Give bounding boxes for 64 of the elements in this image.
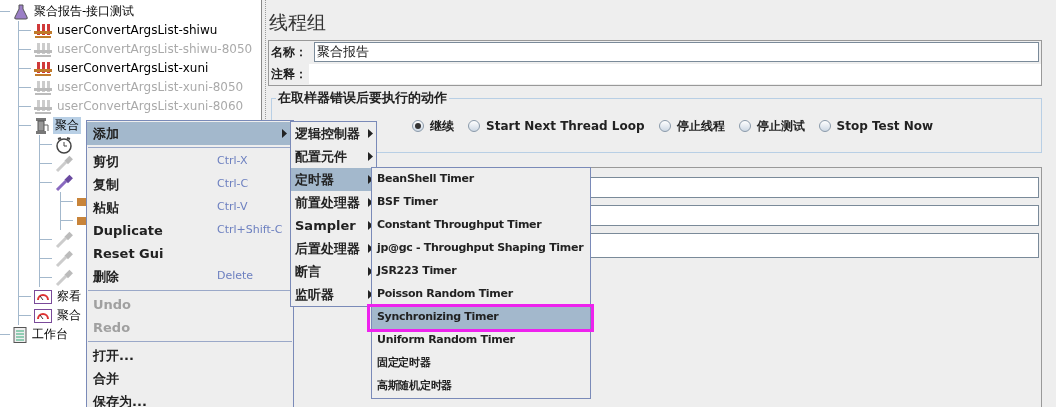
group-title: 在取样器错误后要执行的动作 <box>276 90 449 106</box>
menu-item[interactable]: 高斯随机定时器 <box>372 375 590 398</box>
submenu-arrow-icon <box>368 152 373 161</box>
menu-item[interactable]: Uniform Random Timer <box>372 329 590 352</box>
menu-item[interactable]: 复制 Ctrl-C <box>87 173 293 196</box>
submenu-arrow-icon <box>368 290 373 299</box>
submenu-arrow-icon <box>282 129 287 138</box>
tree-item[interactable]: 工作台 <box>30 326 70 343</box>
notepad-icon <box>13 325 27 344</box>
test-tubes-icon <box>34 79 52 96</box>
radio-option[interactable]: 继续 <box>412 116 454 135</box>
radio-option[interactable]: 停止测试 <box>738 116 805 135</box>
name-label: 名称： <box>270 44 308 61</box>
test-tubes-icon <box>34 41 52 58</box>
tree-item[interactable]: userConvertArgsList-shiwu <box>55 22 220 39</box>
tree-item[interactable]: 察看 <box>55 288 83 305</box>
menu-item[interactable]: 打开... <box>87 344 293 367</box>
menu-item[interactable]: 保存为... <box>87 390 293 407</box>
test-tubes-icon <box>34 60 52 77</box>
pipette-icon <box>55 268 73 287</box>
submenu-arrow-icon <box>368 244 373 253</box>
shortcut-text: Ctrl+Shift-C <box>217 222 284 239</box>
menu-item[interactable]: 剪切 Ctrl-X <box>87 150 293 173</box>
submenu-arrow-icon <box>368 198 373 207</box>
tree-item[interactable]: 聚合 <box>55 307 83 324</box>
shortcut-text: Ctrl-X <box>217 153 249 170</box>
menu-item[interactable]: 逻辑控制器 <box>291 122 376 145</box>
tree-item[interactable]: userConvertArgsList-xuni <box>55 60 211 77</box>
flask-icon <box>13 3 29 20</box>
menu-item[interactable]: 粘贴 Ctrl-V <box>87 196 293 219</box>
submenu-arrow-icon <box>368 221 373 230</box>
submenu-arrow-icon <box>368 175 373 184</box>
menu-item[interactable]: Synchronizing Timer <box>372 306 590 329</box>
comment-label: 注释： <box>270 66 308 83</box>
spool-icon <box>34 116 50 135</box>
radio-option[interactable]: 停止线程 <box>658 116 725 135</box>
tree-item[interactable]: 聚合报告-接口测试 <box>32 3 137 20</box>
stopwatch-icon <box>55 135 73 154</box>
menu-item[interactable]: 添加 <box>87 122 293 145</box>
shortcut-text: Ctrl-V <box>217 199 249 216</box>
tree-item[interactable]: 聚合 <box>53 117 81 134</box>
shortcut-text: Ctrl-C <box>217 176 250 193</box>
test-tubes-icon <box>34 98 52 115</box>
menu-item[interactable]: 配置元件 <box>291 145 376 168</box>
pipette-icon <box>55 173 73 192</box>
submenu-arrow-icon <box>368 129 373 138</box>
menu-item[interactable]: 删除 Delete <box>87 265 293 288</box>
test-tubes-icon <box>34 22 52 39</box>
menu-item[interactable]: 固定定时器 <box>372 352 590 375</box>
comment-field[interactable] <box>309 64 1041 84</box>
shortcut-text: Delete <box>217 268 255 285</box>
radio-option[interactable]: Start Next Thread Loop <box>468 116 645 135</box>
menu-item[interactable]: Reset Gui <box>87 242 293 265</box>
pipette-icon <box>55 230 73 249</box>
pipette-icon <box>55 249 73 268</box>
gauge-icon <box>34 308 52 323</box>
menu-item[interactable]: 合并 <box>87 367 293 390</box>
submenu-arrow-icon <box>368 267 373 276</box>
gauge-icon <box>34 289 52 304</box>
radio-option[interactable]: Stop Test Now <box>818 116 934 135</box>
pipette-icon <box>55 154 73 173</box>
panel-title: 线程组 <box>269 10 327 35</box>
menu-item[interactable]: Duplicate Ctrl+Shift-C <box>87 219 293 242</box>
name-field[interactable]: 聚合报告 <box>314 42 1039 62</box>
